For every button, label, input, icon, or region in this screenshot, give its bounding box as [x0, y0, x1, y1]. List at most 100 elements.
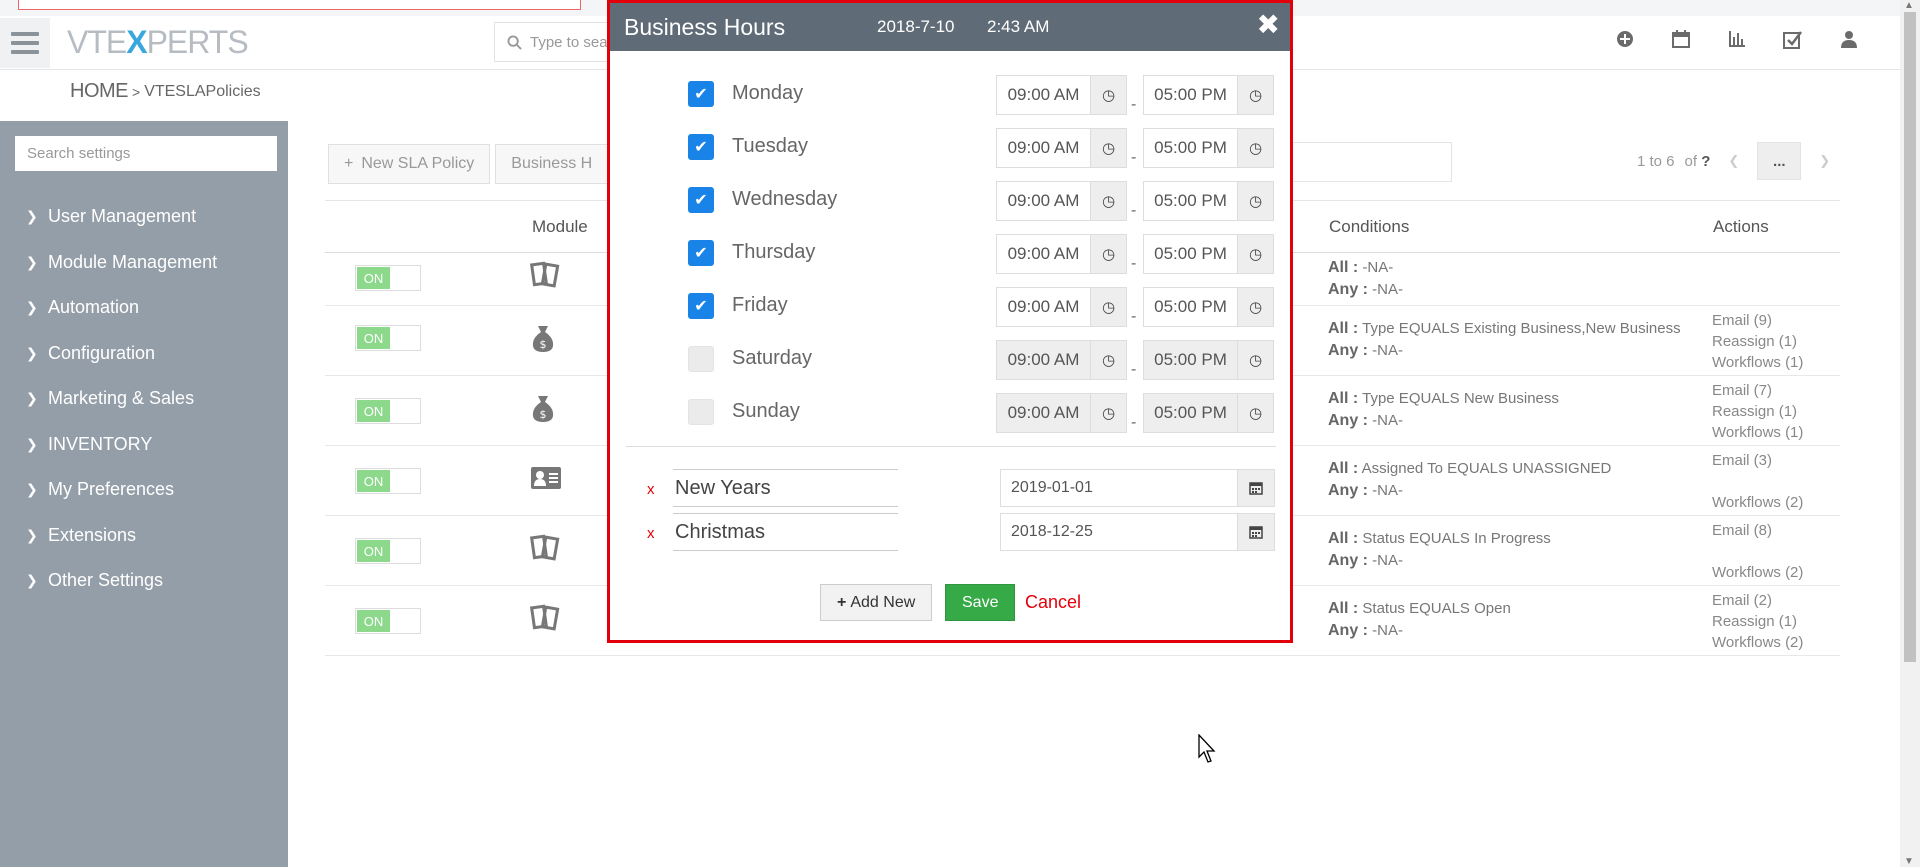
calendar-icon[interactable] — [1670, 30, 1692, 56]
action-email[interactable]: Email (9) — [1712, 310, 1803, 331]
app-logo[interactable]: VTEXPERTS — [67, 24, 249, 61]
user-icon[interactable] — [1838, 30, 1860, 56]
sidebar-item-my-preferences[interactable]: ❯ My Preferences — [0, 467, 288, 513]
global-search-input[interactable]: Type to sea — [494, 22, 624, 62]
status-toggle[interactable]: ON — [355, 398, 421, 424]
sidebar-item-other-settings[interactable]: ❯ Other Settings — [0, 558, 288, 604]
remove-holiday-icon[interactable]: x — [647, 525, 655, 542]
day-checkbox-friday[interactable]: ✔ — [688, 293, 714, 319]
settings-search-input[interactable]: Search settings — [15, 136, 277, 171]
breadcrumb-current[interactable]: VTESLAPolicies — [144, 83, 261, 101]
day-checkbox-tuesday[interactable]: ✔ — [688, 134, 714, 160]
sidebar-item-configuration[interactable]: ❯ Configuration — [0, 331, 288, 377]
sidebar-item-automation[interactable]: ❯ Automation — [0, 285, 288, 331]
page-jump-button[interactable]: ... — [1757, 142, 1802, 180]
next-page-icon[interactable]: ❯ — [1811, 153, 1838, 169]
clock-icon[interactable]: ◷ — [1237, 76, 1273, 114]
end-time-field[interactable]: 05:00 PM ◷ — [1143, 340, 1274, 380]
clock-icon[interactable]: ◷ — [1237, 182, 1273, 220]
clock-icon[interactable]: ◷ — [1237, 235, 1273, 273]
end-time-field[interactable]: 05:00 PM ◷ — [1143, 393, 1274, 433]
status-toggle[interactable]: ON — [355, 265, 421, 291]
bar-chart-icon[interactable] — [1726, 30, 1748, 56]
clock-icon[interactable]: ◷ — [1090, 341, 1126, 379]
remove-holiday-icon[interactable]: x — [647, 481, 655, 498]
plus-circle-icon[interactable] — [1614, 30, 1636, 56]
action-workflows[interactable]: Workflows (2) — [1712, 562, 1803, 583]
status-toggle[interactable]: ON — [355, 325, 421, 351]
clock-icon[interactable]: ◷ — [1237, 129, 1273, 167]
sidebar-item-extensions[interactable]: ❯ Extensions — [0, 513, 288, 559]
calendar-icon[interactable] — [1237, 514, 1274, 550]
clock-icon[interactable]: ◷ — [1237, 288, 1273, 326]
action-reassign[interactable]: Reassign (1) — [1712, 401, 1803, 422]
holiday-name-input[interactable]: Christmas — [673, 513, 898, 551]
holiday-date-field[interactable]: 2018-12-25 — [1000, 513, 1275, 551]
start-time-field[interactable]: 09:00 AM ◷ — [996, 181, 1127, 221]
header-actions — [1614, 30, 1860, 56]
action-reassign[interactable]: Reassign (1) — [1712, 331, 1803, 352]
day-checkbox-saturday[interactable] — [688, 346, 714, 372]
start-time-field[interactable]: 09:00 AM ◷ — [996, 340, 1127, 380]
list-filter-box[interactable] — [1290, 142, 1452, 182]
start-time-field[interactable]: 09:00 AM ◷ — [996, 75, 1127, 115]
column-header-conditions[interactable]: Conditions — [1329, 217, 1409, 237]
checkbox-icon[interactable] — [1782, 30, 1804, 56]
save-button[interactable]: Save — [945, 584, 1016, 621]
clock-icon[interactable]: ◷ — [1090, 394, 1126, 432]
sidebar-item-module-management[interactable]: ❯ Module Management — [0, 240, 288, 286]
sidebar-item-user-management[interactable]: ❯ User Management — [0, 194, 288, 240]
day-checkbox-wednesday[interactable]: ✔ — [688, 187, 714, 213]
holiday-name-input[interactable]: New Years — [673, 469, 898, 507]
business-hours-button[interactable]: Business H — [495, 144, 626, 184]
end-time-field[interactable]: 05:00 PM ◷ — [1143, 75, 1274, 115]
scroll-down-icon[interactable]: ▼ — [1904, 856, 1914, 867]
end-time-field[interactable]: 05:00 PM ◷ — [1143, 181, 1274, 221]
clock-icon[interactable]: ◷ — [1090, 129, 1126, 167]
start-time-field[interactable]: 09:00 AM ◷ — [996, 393, 1127, 433]
action-workflows[interactable]: Workflows (2) — [1712, 632, 1803, 653]
scrollbar-thumb[interactable] — [1904, 12, 1916, 662]
menu-hamburger-icon[interactable] — [0, 18, 50, 68]
action-email[interactable]: Email (7) — [1712, 380, 1803, 401]
page-scrollbar[interactable]: ▲ ▼ — [1900, 0, 1920, 867]
add-new-holiday-button[interactable]: + Add New — [820, 584, 933, 621]
end-time-field[interactable]: 05:00 PM ◷ — [1143, 128, 1274, 168]
day-checkbox-thursday[interactable]: ✔ — [688, 240, 714, 266]
prev-page-icon[interactable]: ❮ — [1720, 153, 1747, 169]
day-checkbox-sunday[interactable] — [688, 399, 714, 425]
end-time-field[interactable]: 05:00 PM ◷ — [1143, 287, 1274, 327]
day-checkbox-monday[interactable]: ✔ — [688, 81, 714, 107]
action-workflows[interactable]: Workflows (2) — [1712, 492, 1803, 513]
clock-icon[interactable]: ◷ — [1090, 235, 1126, 273]
clock-icon[interactable]: ◷ — [1090, 288, 1126, 326]
action-workflows[interactable]: Workflows (1) — [1712, 422, 1803, 443]
action-reassign[interactable]: Reassign (1) — [1712, 611, 1803, 632]
cancel-button[interactable]: Cancel — [1025, 592, 1081, 613]
start-time-field[interactable]: 09:00 AM ◷ — [996, 128, 1127, 168]
status-toggle[interactable]: ON — [355, 608, 421, 634]
new-sla-policy-button[interactable]: + New SLA Policy — [328, 144, 491, 184]
breadcrumb-home[interactable]: HOME — [70, 80, 129, 103]
action-email[interactable]: Email (2) — [1712, 590, 1803, 611]
clock-icon[interactable]: ◷ — [1237, 394, 1273, 432]
sidebar-item-marketing-sales[interactable]: ❯ Marketing & Sales — [0, 376, 288, 422]
action-workflows[interactable]: Workflows (1) — [1712, 352, 1803, 373]
scroll-up-icon[interactable]: ▲ — [1904, 0, 1914, 11]
end-time-field[interactable]: 05:00 PM ◷ — [1143, 234, 1274, 274]
action-email[interactable]: Email (3) — [1712, 450, 1803, 471]
sidebar-item-inventory[interactable]: ❯ INVENTORY — [0, 422, 288, 468]
close-icon[interactable]: ✖ — [1257, 11, 1280, 39]
clock-icon[interactable]: ◷ — [1090, 182, 1126, 220]
clock-icon[interactable]: ◷ — [1090, 76, 1126, 114]
action-email[interactable]: Email (8) — [1712, 520, 1803, 541]
start-time-field[interactable]: 09:00 AM ◷ — [996, 234, 1127, 274]
time-separator: - — [1131, 308, 1137, 325]
status-toggle[interactable]: ON — [355, 468, 421, 494]
clock-icon[interactable]: ◷ — [1237, 341, 1273, 379]
column-header-module[interactable]: Module — [532, 217, 588, 237]
calendar-icon[interactable] — [1237, 470, 1274, 506]
holiday-date-field[interactable]: 2019-01-01 — [1000, 469, 1275, 507]
start-time-field[interactable]: 09:00 AM ◷ — [996, 287, 1127, 327]
status-toggle[interactable]: ON — [355, 538, 421, 564]
